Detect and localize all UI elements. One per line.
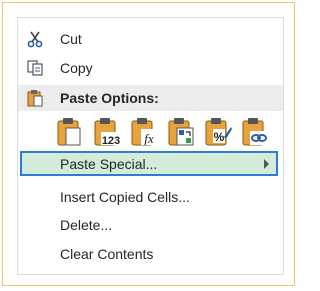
- screenshot-frame: Cut Copy Paste Options: 123 fx % Paste S…: [2, 2, 295, 286]
- paste-formatting-text: %: [214, 130, 225, 144]
- menu-item-label: Insert Copied Cells...: [60, 189, 190, 205]
- menu-item-label: Cut: [60, 31, 82, 47]
- scissors-icon: [27, 31, 43, 48]
- menu-item-insert-copied-cells[interactable]: Insert Copied Cells...: [18, 184, 283, 210]
- menu-item-copy[interactable]: Copy: [18, 55, 283, 81]
- paste-options-header: Paste Options:: [18, 85, 283, 111]
- menu-item-label: Clear Contents: [60, 246, 154, 262]
- clipboard-fx-icon: fx: [131, 118, 157, 146]
- menu-item-paste-special[interactable]: Paste Special...: [20, 151, 278, 176]
- clipboard-123-icon: 123: [94, 118, 121, 147]
- clipboard-transpose-icon: [168, 118, 194, 146]
- paste-transpose-button[interactable]: [167, 115, 195, 147]
- menu-item-cut[interactable]: Cut: [18, 26, 283, 52]
- paste-values-text: 123: [102, 135, 120, 147]
- paste-values-button[interactable]: 123: [93, 115, 121, 147]
- paste-formulas-text: fx: [144, 131, 154, 146]
- paste-formulas-button[interactable]: fx: [130, 115, 158, 147]
- menu-item-clear-contents[interactable]: Clear Contents: [18, 241, 283, 267]
- paste-button[interactable]: [56, 115, 84, 147]
- copy-icon: [27, 60, 43, 76]
- clipboard-format-icon: %: [205, 118, 232, 146]
- clipboard-link-icon: [242, 118, 268, 146]
- paste-link-button[interactable]: [241, 115, 269, 147]
- menu-item-label: Copy: [60, 60, 93, 76]
- paste-formatting-button[interactable]: %: [204, 115, 232, 147]
- context-menu: Cut Copy Paste Options: 123 fx % Paste S…: [17, 17, 284, 275]
- menu-item-label: Delete...: [60, 217, 113, 233]
- clipboard-icon: [27, 90, 43, 107]
- menu-item-label: Paste Special...: [60, 156, 158, 172]
- menu-item-delete[interactable]: Delete...: [18, 212, 283, 238]
- clipboard-paste-icon: [57, 118, 81, 146]
- paste-options-toolbar: 123 fx %: [56, 115, 276, 147]
- paste-options-label: Paste Options:: [60, 90, 159, 106]
- submenu-arrow-icon: [264, 159, 269, 169]
